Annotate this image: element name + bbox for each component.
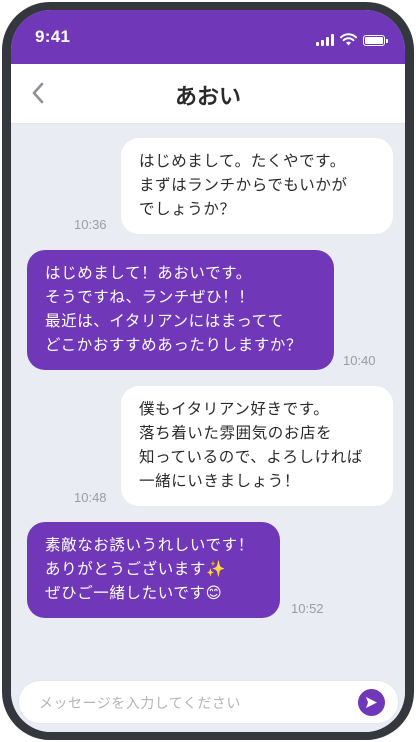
status-bar: 9:41 xyxy=(11,10,405,64)
message-line: はじめまして！あおいです。 xyxy=(45,264,252,282)
message-line: まずはランチからでもいかが xyxy=(139,176,348,194)
phone-frame: 9:41 あおい はじめまして。たくやです。 まずはランチからでもいかが でしょ… xyxy=(2,2,414,740)
message-input[interactable]: メッセージを入力してください xyxy=(18,680,399,724)
message-input-bar: メッセージを入力してください xyxy=(11,674,405,732)
signal-bars-icon xyxy=(316,34,334,46)
message-line: そうですね、ランチぜひ！！ xyxy=(45,288,255,306)
battery-icon xyxy=(363,35,388,46)
message-time: 10:40 xyxy=(343,353,376,368)
message-line: でしょうか？ xyxy=(139,200,236,218)
message-line: 僕もイタリアン好きです。 xyxy=(139,400,330,418)
message-line: 落ち着いた雰囲気のお店を xyxy=(139,424,333,442)
message-line: 一緒にいきましょう！ xyxy=(139,472,301,490)
send-arrow-icon xyxy=(366,697,377,708)
wifi-icon xyxy=(340,33,357,46)
message-bubble-received: はじめまして。たくやです。 まずはランチからでもいかが でしょうか？ xyxy=(121,138,393,234)
screen: 9:41 あおい はじめまして。たくやです。 まずはランチからでもいかが でしょ… xyxy=(11,10,405,732)
message-bubble-received: 僕もイタリアン好きです。 落ち着いた雰囲気のお店を 知っているので、よろしければ… xyxy=(121,386,393,506)
message-list: はじめまして。たくやです。 まずはランチからでもいかが でしょうか？ 10:36… xyxy=(11,124,405,674)
input-placeholder: メッセージを入力してください xyxy=(39,696,241,712)
message-line: どこかおすすめあったりしますか？ xyxy=(45,336,303,354)
message-time: 10:48 xyxy=(74,490,107,505)
message-time: 10:36 xyxy=(74,217,107,232)
message-line: 知っているので、よろしければ xyxy=(139,448,364,466)
contact-name: あおい xyxy=(174,85,241,110)
status-time: 9:41 xyxy=(35,27,71,46)
chat-header: あおい xyxy=(11,64,405,124)
message-line: 最近は、イタリアンにはまってて xyxy=(45,312,284,330)
message-line: ありがとうございます✨ xyxy=(45,560,226,578)
message-bubble-sent: 素敵なお誘いうれしいです！ ありがとうございます✨ ぜひご一緒したいです😊 xyxy=(27,522,280,618)
send-button[interactable] xyxy=(358,689,385,716)
status-icons xyxy=(316,32,388,46)
message-line: ぜひご一緒したいです😊 xyxy=(45,584,223,602)
message-time: 10:52 xyxy=(291,601,324,616)
message-bubble-sent: はじめまして！あおいです。 そうですね、ランチぜひ！！ 最近は、イタリアンにはま… xyxy=(27,250,334,370)
message-line: 素敵なお誘いうれしいです！ xyxy=(45,536,254,554)
message-line: はじめまして。たくやです。 xyxy=(139,152,346,170)
